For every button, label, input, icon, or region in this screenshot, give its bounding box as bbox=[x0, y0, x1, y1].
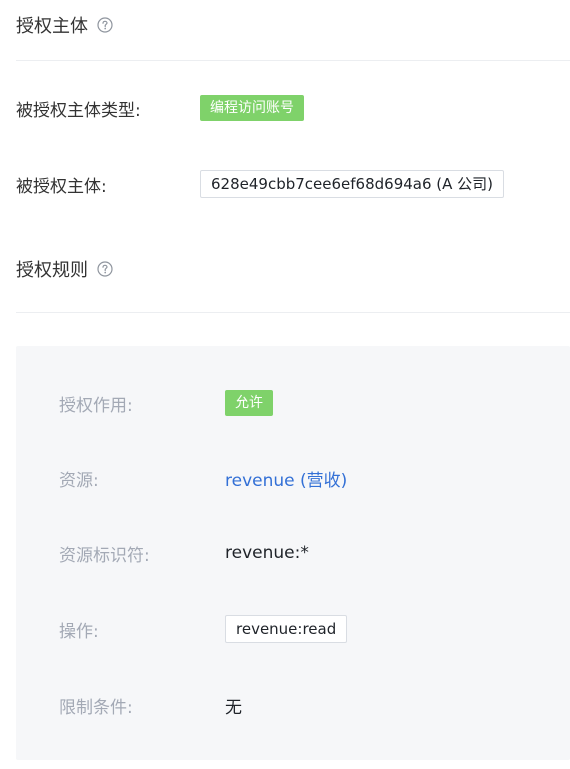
rules-divider bbox=[16, 312, 570, 313]
principal-row: 被授权主体: 628e49cbb7cee6ef68d694a6 (A 公司) bbox=[16, 170, 505, 198]
rule-resource-link[interactable]: revenue (营收) bbox=[225, 466, 347, 491]
principal-type-tag: 编程访问账号 bbox=[200, 95, 304, 121]
rule-resource-id-row: 资源标识符: revenue:* bbox=[59, 538, 309, 568]
rules-section-title: 授权规则 bbox=[16, 260, 88, 281]
rule-condition-row: 限制条件: 无 bbox=[59, 690, 242, 720]
rule-action-label: 操作: bbox=[59, 621, 99, 642]
rule-resource-id-value: revenue:* bbox=[225, 543, 309, 563]
question-circle-icon[interactable] bbox=[97, 17, 113, 33]
principal-section-header: 授权主体 bbox=[16, 12, 113, 38]
rule-resource-label: 资源: bbox=[59, 470, 99, 491]
principal-type-label: 被授权主体类型: bbox=[16, 100, 141, 121]
rule-resource-id-label: 资源标识符: bbox=[59, 545, 150, 566]
rule-card: 授权作用: 允许 资源: revenue (营收) 资源标识符: revenue… bbox=[16, 346, 570, 760]
principal-label: 被授权主体: bbox=[16, 176, 107, 197]
principal-type-row: 被授权主体类型: 编程访问账号 bbox=[16, 94, 304, 122]
rule-effect-tag: 允许 bbox=[225, 390, 273, 416]
rule-effect-row: 授权作用: 允许 bbox=[59, 388, 273, 418]
question-circle-icon[interactable] bbox=[97, 261, 113, 277]
principal-value-tag: 628e49cbb7cee6ef68d694a6 (A 公司) bbox=[200, 170, 505, 198]
rule-action-tag: revenue:read bbox=[225, 615, 348, 643]
rule-effect-label: 授权作用: bbox=[59, 395, 133, 416]
rule-condition-value: 无 bbox=[225, 697, 242, 718]
rule-condition-label: 限制条件: bbox=[59, 697, 133, 718]
rule-action-row: 操作: revenue:read bbox=[59, 614, 348, 644]
rules-section-header: 授权规则 bbox=[16, 256, 113, 282]
rule-resource-row: 资源: revenue (营收) bbox=[59, 463, 347, 493]
principal-divider bbox=[16, 60, 570, 61]
principal-section-title: 授权主体 bbox=[16, 16, 88, 37]
